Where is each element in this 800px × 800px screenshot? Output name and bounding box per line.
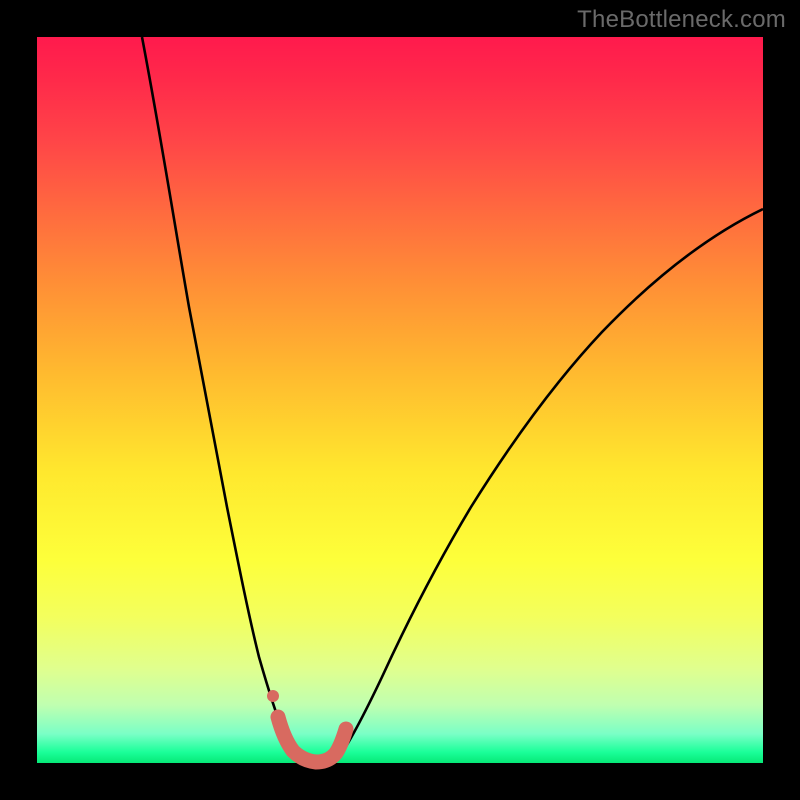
chart-frame: TheBottleneck.com <box>0 0 800 800</box>
left-curve <box>142 37 298 760</box>
marker-band <box>278 717 346 762</box>
right-curve <box>338 209 763 759</box>
plot-area <box>37 37 763 763</box>
marker-dot <box>267 690 279 702</box>
watermark-text: TheBottleneck.com <box>577 6 786 34</box>
chart-svg <box>37 37 763 763</box>
